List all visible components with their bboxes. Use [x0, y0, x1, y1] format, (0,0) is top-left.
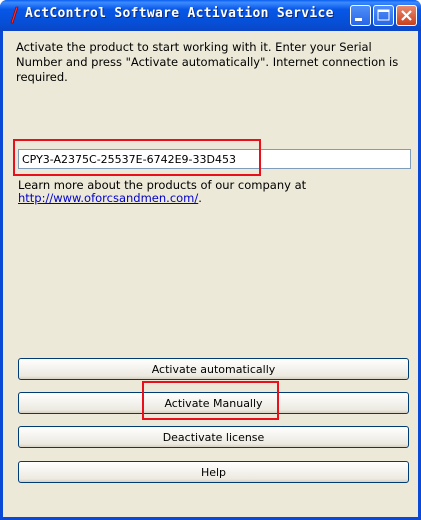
company-link[interactable]: http://www.oforcsandmen.com/ [18, 191, 198, 205]
manual-highlight-box [142, 381, 279, 420]
learn-more-text: Learn more about the products of our com… [18, 179, 408, 205]
help-button[interactable]: Help [18, 461, 409, 483]
close-button[interactable] [396, 5, 417, 26]
minimize-icon [355, 18, 362, 21]
serial-highlight-box [13, 139, 261, 176]
instructions-text: Activate the product to start working wi… [16, 40, 399, 84]
close-icon [401, 10, 412, 21]
window-title: ActControl Software Activation Service [25, 6, 334, 21]
maximize-button[interactable] [373, 5, 394, 26]
learn-more-label: Learn more about the products of our com… [18, 178, 307, 192]
app-icon [10, 6, 19, 24]
maximize-icon [377, 9, 390, 21]
minimize-button[interactable] [350, 5, 371, 26]
learn-more-suffix: . [198, 191, 202, 205]
title-bar[interactable]: ActControl Software Activation Service [0, 0, 421, 31]
deactivate-license-button[interactable]: Deactivate license [18, 426, 409, 448]
activation-window: ActControl Software Activation Service A… [0, 0, 421, 520]
activate-automatically-button[interactable]: Activate automatically [18, 358, 409, 380]
